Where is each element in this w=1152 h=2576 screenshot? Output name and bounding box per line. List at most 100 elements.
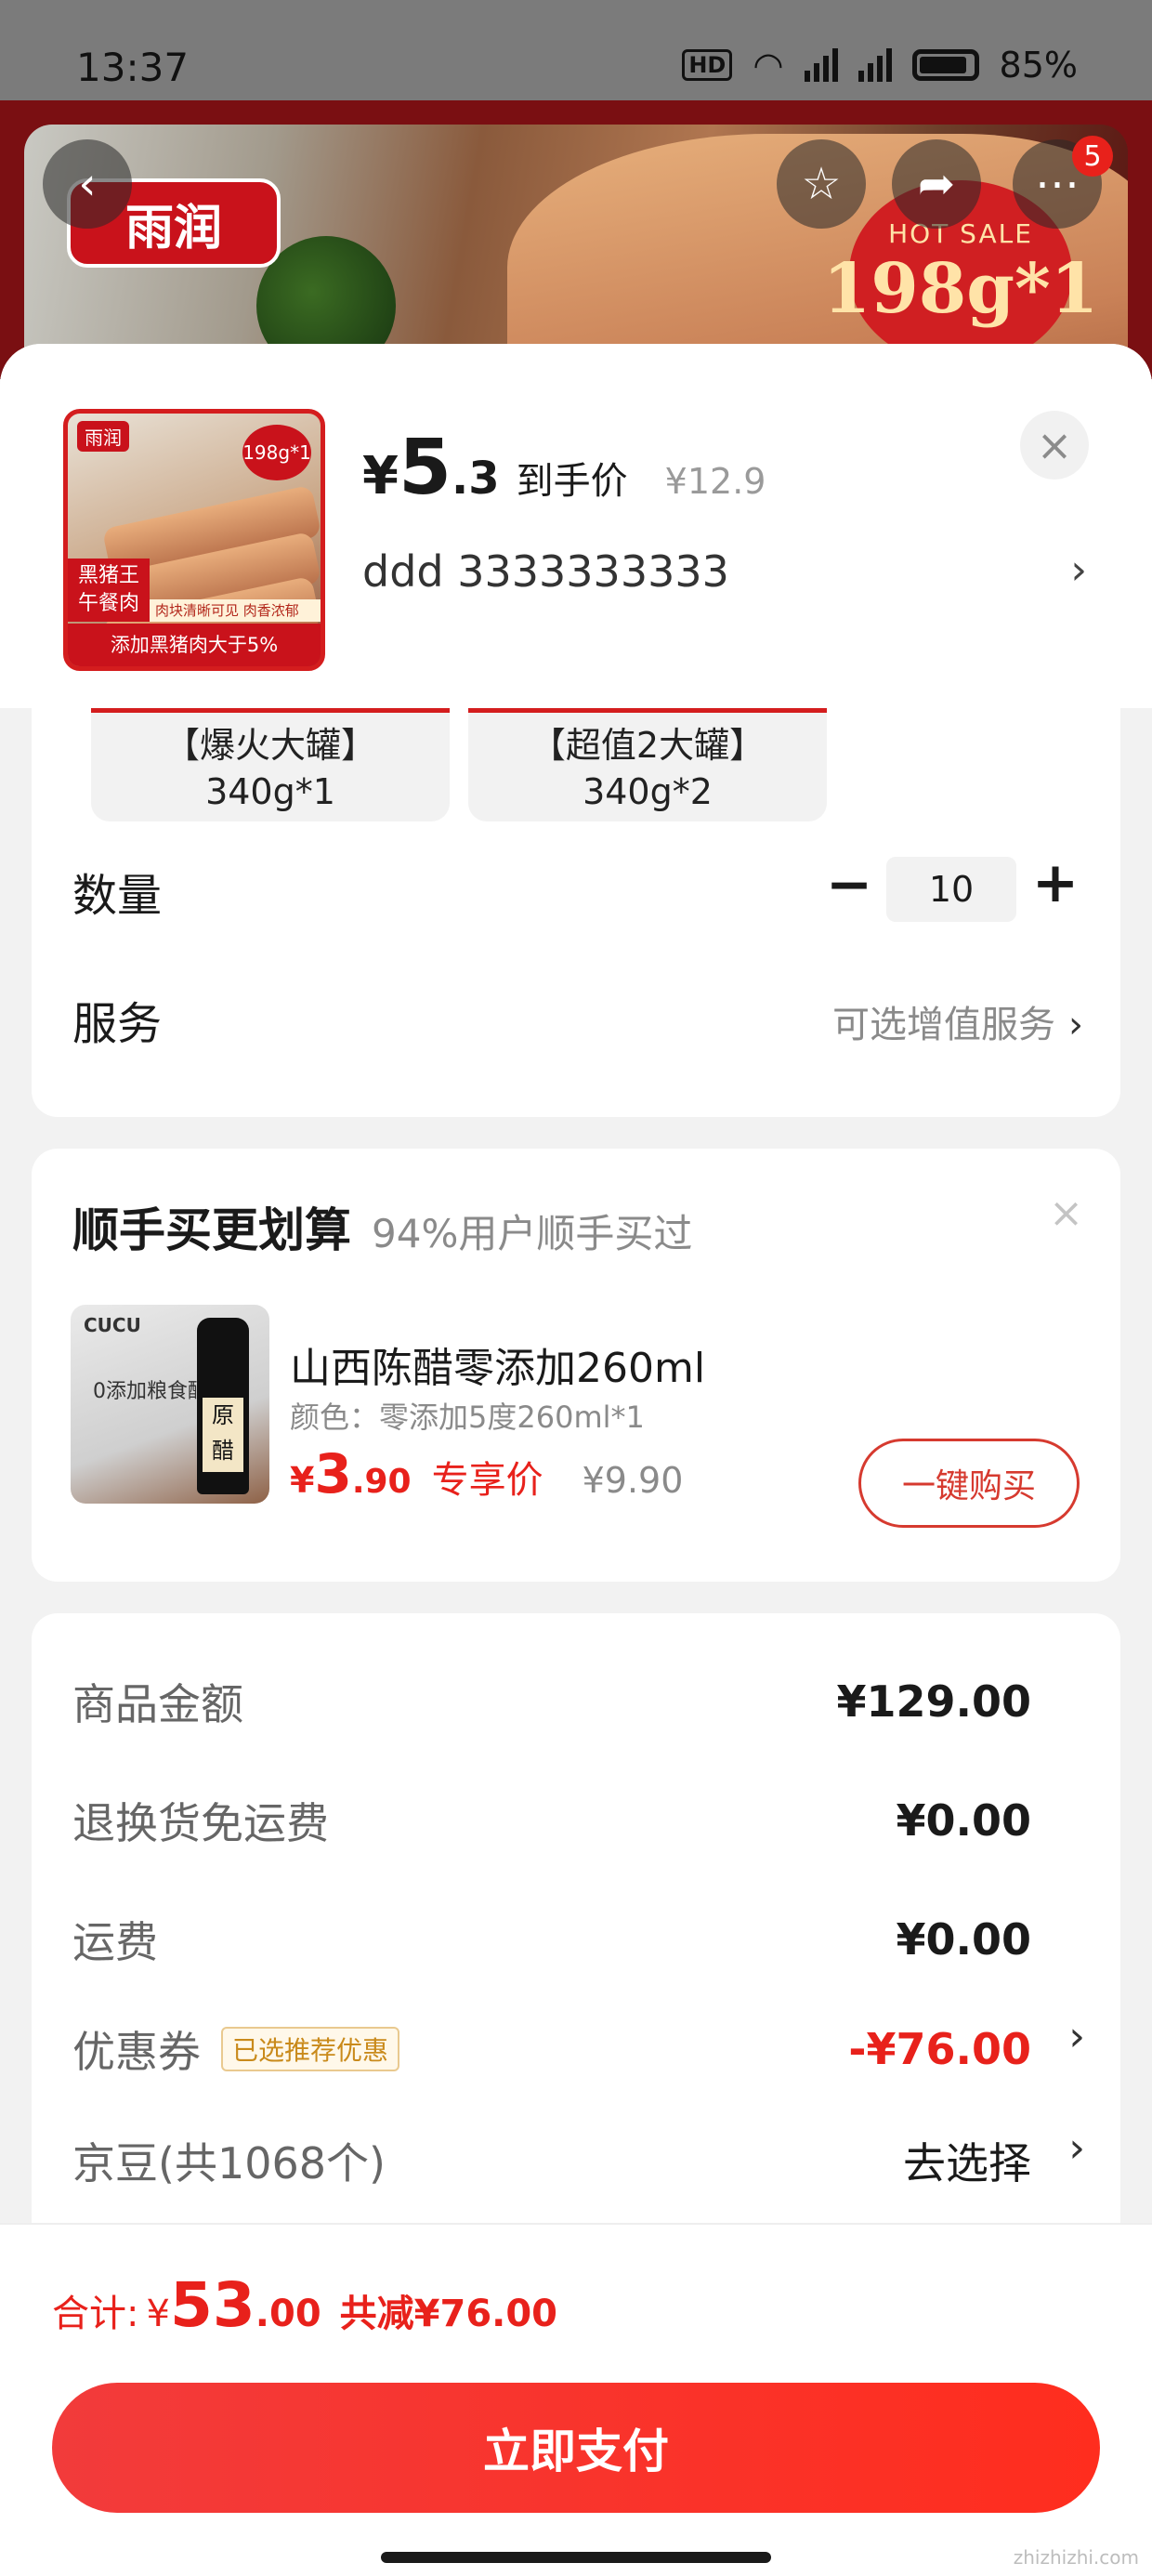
addon-image-brand: CUCU — [84, 1314, 141, 1336]
spec-option-title: 【爆火大罐】 — [164, 725, 376, 766]
addon-price-tag: 专享价 — [431, 1459, 543, 1502]
price-tag: 到手价 — [516, 460, 628, 503]
status-bar: 13:37 HD ◠ 85% — [0, 0, 1152, 100]
address-row[interactable]: ddd 3333333333 › — [362, 546, 1087, 597]
watermark: zhizhizhi.com — [1013, 2546, 1139, 2569]
addon-close-icon[interactable]: × — [1049, 1189, 1083, 1237]
battery-percent: 85% — [999, 45, 1078, 85]
hero-badge-weight: 198g*1 — [822, 248, 1099, 329]
minus-icon: − — [825, 852, 873, 917]
jd-beans-row[interactable]: 京豆(共1068个) 去选择 — [72, 2130, 1031, 2191]
price-row: ¥ 5 .3 到手价 ¥12.9 — [362, 424, 766, 512]
thumb-footer: 添加黑猪肉大于5% — [68, 624, 321, 666]
checkout-bar: 合计: ¥ 53 .00 共减¥76.00 立即支付 zhizhizhi.com — [0, 2223, 1152, 2576]
chevron-right-icon: › — [1070, 546, 1087, 594]
favorite-button[interactable]: ☆ — [777, 139, 866, 229]
coupon-label-group: 优惠券 已选推荐优惠 — [72, 2018, 400, 2080]
more-icon: ⋯ — [1035, 158, 1080, 210]
shipping-label: 运费 — [72, 1917, 158, 1967]
spec-card: 【爆火大罐】 340g*1 【超值2大罐】 340g*2 数量 − 10 + 服… — [32, 708, 1120, 1117]
spec-option[interactable]: 【爆火大罐】 340g*1 — [91, 708, 450, 821]
coupon-label: 优惠券 — [72, 2027, 201, 2077]
thumb-weight: 198g*1 — [242, 425, 311, 480]
jd-beans-label: 京豆(共1068个) — [72, 2138, 386, 2188]
shipping-row: 运费 ¥0.00 — [72, 1909, 1031, 1970]
total-row: 合计: ¥ 53 .00 共减¥76.00 — [52, 2269, 557, 2341]
spec-option-weight: 340g*1 — [205, 771, 335, 812]
coupon-row[interactable]: 优惠券 已选推荐优惠 -¥76.00 — [72, 2018, 1031, 2080]
status-time: 13:37 — [76, 45, 190, 90]
total-integer: 53 — [169, 2269, 255, 2341]
share-button[interactable]: ➦ — [892, 139, 981, 229]
status-icons: HD ◠ 85% — [682, 45, 1078, 85]
cell-signal-icon — [804, 48, 838, 82]
shipping-value: ¥0.00 — [896, 1914, 1031, 1965]
hd-icon: HD — [682, 49, 733, 81]
return-shipping-value: ¥0.00 — [896, 1795, 1031, 1846]
service-label: 服务 — [72, 998, 163, 1050]
goods-amount-label: 商品金额 — [72, 1679, 243, 1729]
coupon-tag: 已选推荐优惠 — [221, 2027, 400, 2071]
addon-product-spec: 颜色：零添加5度260ml*1 — [290, 1400, 645, 1435]
total-currency: ¥ — [146, 2293, 170, 2335]
address-text: ddd 3333333333 — [362, 546, 729, 597]
total-decimal: .00 — [255, 2293, 321, 2335]
thumb-logo: 雨润 — [77, 421, 129, 452]
addon-original-price: ¥9.90 — [582, 1460, 684, 1501]
chevron-right-icon: › — [1068, 1004, 1083, 1046]
price-integer: 5 — [398, 424, 452, 512]
more-count-badge: 5 — [1072, 136, 1113, 177]
wifi-icon: ◠ — [753, 45, 784, 85]
price-decimal: .3 — [452, 453, 500, 505]
addon-subtitle: 94%用户顺手买过 — [372, 1211, 693, 1256]
pay-now-button[interactable]: 立即支付 — [52, 2383, 1100, 2513]
home-indicator[interactable] — [381, 2552, 771, 2563]
return-shipping-label: 退换货免运费 — [72, 1798, 329, 1848]
addon-price-row: ¥ 3 .90 专享价 ¥9.90 — [290, 1442, 683, 1505]
addon-card: 顺手买更划算 94%用户顺手买过 × CUCU 0添加粮食酿造 原醋 山西陈醋零… — [32, 1149, 1120, 1582]
sheet-header: 雨润 198g*1 黑猪王午餐肉 肉块清晰可见 肉香浓郁 添加黑猪肉大于5% ¥… — [0, 344, 1152, 708]
hero-badge-top: HOT SALE — [888, 217, 1033, 249]
service-selector[interactable]: 可选增值服务 › — [832, 994, 1083, 1048]
total-label: 合计: — [52, 2293, 139, 2335]
plus-icon: + — [1031, 850, 1080, 915]
jd-beans-value: 去选择 — [903, 2138, 1031, 2188]
return-shipping-row: 退换货免运费 ¥0.00 — [72, 1790, 1031, 1851]
order-summary-card: 商品金额 ¥129.00 退换货免运费 ¥0.00 运费 ¥0.00 优惠券 已… — [32, 1613, 1120, 2264]
service-value: 可选增值服务 — [832, 1004, 1055, 1046]
spec-option-title: 【超值2大罐】 — [530, 725, 766, 766]
cell-signal-2-icon — [857, 48, 892, 82]
thumb-bar: 肉块清晰可见 肉香浓郁 — [150, 599, 321, 622]
back-arrow-icon: ‹ — [78, 158, 97, 210]
chevron-right-icon[interactable]: › — [1068, 2124, 1085, 2172]
addon-title: 顺手买更划算 — [72, 1203, 351, 1257]
share-icon: ➦ — [917, 158, 956, 210]
one-click-buy-button[interactable]: 一键购买 — [858, 1439, 1080, 1528]
quantity-increase-button[interactable]: + — [1026, 855, 1085, 914]
spec-option-weight: 340g*2 — [583, 771, 713, 812]
goods-amount-row: 商品金额 ¥129.00 — [72, 1671, 1031, 1732]
addon-bottle-label: 原醋 — [203, 1398, 243, 1472]
back-button[interactable]: ‹ — [43, 139, 132, 229]
price-currency: ¥ — [362, 446, 399, 506]
quantity-label: 数量 — [72, 870, 163, 922]
addon-product-name[interactable]: 山西陈醋零添加260ml — [290, 1334, 705, 1394]
quantity-input[interactable]: 10 — [886, 857, 1016, 922]
total-saving: 共减¥76.00 — [339, 2293, 558, 2335]
addon-price-decimal: .90 — [351, 1463, 412, 1501]
original-price: ¥12.9 — [664, 461, 766, 502]
quantity-decrease-button[interactable]: − — [819, 857, 879, 916]
product-thumbnail[interactable]: 雨润 198g*1 黑猪王午餐肉 肉块清晰可见 肉香浓郁 添加黑猪肉大于5% — [63, 409, 325, 671]
coupon-value: -¥76.00 — [848, 2024, 1031, 2074]
product-hero-image: HOT SALE 198g*1 雨润 — [0, 100, 1152, 379]
close-button[interactable]: × — [1020, 411, 1089, 480]
addon-price-integer: 3 — [314, 1442, 352, 1505]
addon-product-image[interactable]: CUCU 0添加粮食酿造 原醋 — [71, 1305, 269, 1504]
spec-option[interactable]: 【超值2大罐】 340g*2 — [468, 708, 827, 821]
goods-amount-value: ¥129.00 — [836, 1676, 1031, 1727]
chevron-right-icon[interactable]: › — [1068, 2013, 1085, 2060]
addon-price-currency: ¥ — [290, 1460, 315, 1501]
thumb-label: 黑猪王午餐肉 — [68, 559, 150, 622]
close-icon: × — [1036, 420, 1073, 470]
battery-icon — [911, 49, 979, 81]
